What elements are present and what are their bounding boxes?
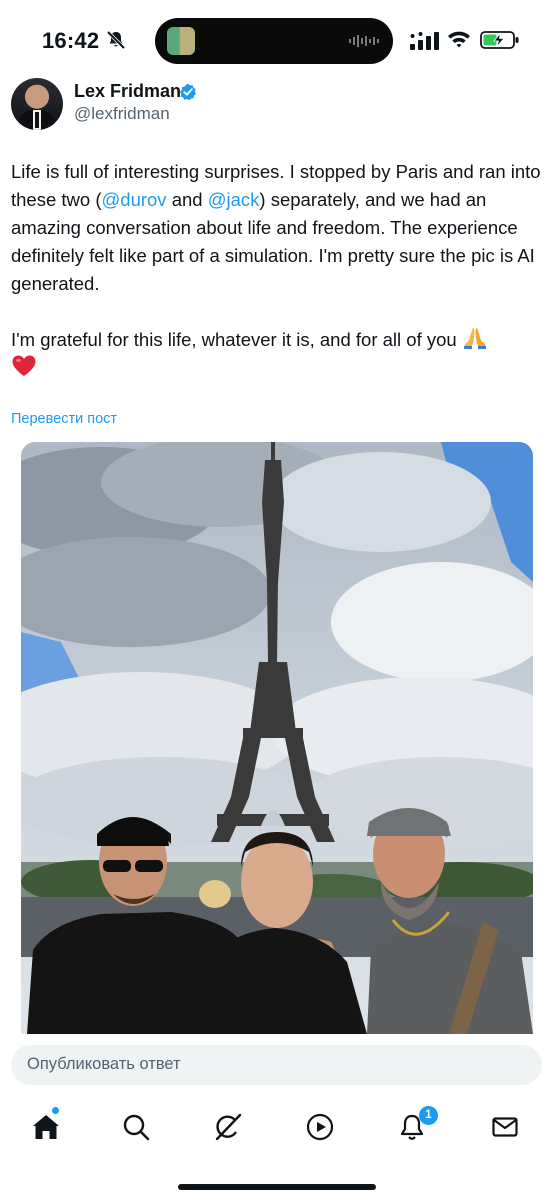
audio-waveform-icon — [349, 35, 379, 47]
home-unread-dot — [52, 1107, 59, 1114]
folded-hands-emoji — [463, 328, 486, 349]
mention-jack[interactable]: @jack — [208, 189, 260, 210]
status-time: 16:42 — [42, 28, 100, 53]
media-thumbnail — [167, 27, 195, 55]
reply-input[interactable]: Опубликовать ответ — [11, 1045, 542, 1085]
author-handle[interactable]: @lexfridman — [74, 104, 170, 124]
notifications-badge: 1 — [419, 1106, 438, 1125]
photo-eiffel-tower-with-three-men — [21, 442, 533, 1034]
status-bar: 16:42 — [0, 0, 553, 80]
messages-icon — [492, 1117, 518, 1137]
tweet-text: Life is full of interesting surprises. I… — [11, 158, 541, 382]
tweet-text-segment: I'm grateful for this life, whatever it … — [11, 329, 457, 350]
wifi-icon — [448, 31, 470, 48]
grok-icon — [215, 1113, 242, 1141]
verified-badge-icon — [180, 83, 196, 101]
battery-charging-icon — [480, 31, 519, 49]
nav-video[interactable] — [302, 1109, 338, 1145]
video-icon — [306, 1113, 334, 1141]
red-heart-emoji — [12, 355, 36, 376]
tweet-text-segment: and — [166, 189, 208, 210]
tweet-paragraph-1: Life is full of interesting surprises. I… — [11, 158, 541, 298]
tweet-photo[interactable] — [21, 442, 533, 1034]
signal-icon — [410, 32, 439, 50]
nav-grok[interactable] — [210, 1109, 246, 1145]
bell-slash-icon — [106, 30, 126, 50]
mention-durov[interactable]: @durov — [102, 189, 167, 210]
search-icon — [123, 1114, 150, 1141]
dynamic-island[interactable] — [155, 18, 393, 64]
nav-search[interactable] — [118, 1109, 154, 1145]
nav-messages[interactable] — [487, 1109, 523, 1145]
author-name[interactable]: Lex Fridman — [74, 81, 181, 102]
home-icon — [33, 1115, 59, 1139]
home-indicator[interactable] — [178, 1184, 376, 1190]
nav-home[interactable] — [28, 1109, 64, 1145]
tweet-paragraph-2: I'm grateful for this life, whatever it … — [11, 326, 541, 382]
translate-post-link[interactable]: Перевести пост — [11, 411, 117, 427]
avatar-tie — [35, 112, 39, 128]
reply-placeholder: Опубликовать ответ — [27, 1055, 181, 1073]
avatar[interactable] — [11, 78, 63, 130]
